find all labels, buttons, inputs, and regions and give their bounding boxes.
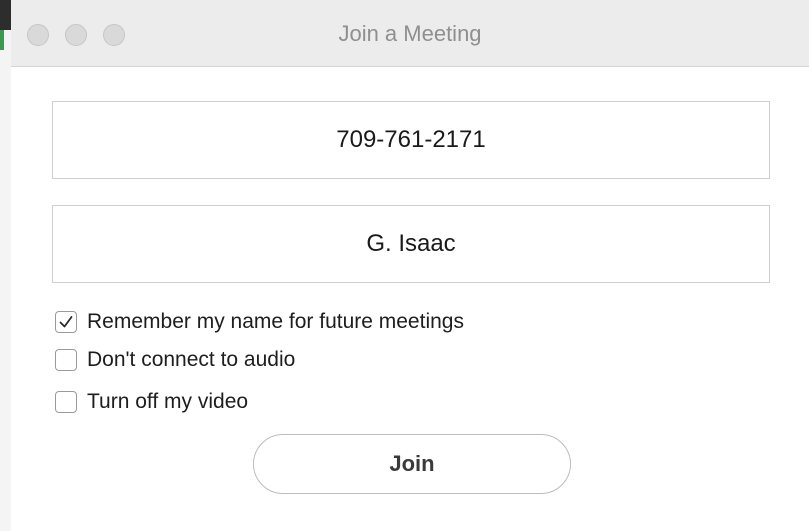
background-window-titlebar: [0, 0, 11, 30]
remember-name-option[interactable]: Remember my name for future meetings: [55, 308, 464, 336]
join-button-label: Join: [389, 451, 435, 476]
meeting-id-field[interactable]: 709-761-2171: [52, 101, 770, 179]
video-off-label: Turn off my video: [87, 390, 249, 413]
join-button[interactable]: Join: [253, 434, 571, 494]
background-window-accent: [0, 30, 4, 50]
no-audio-label: Don't connect to audio: [87, 348, 296, 371]
zoom-window-icon[interactable]: [103, 24, 125, 46]
meeting-id-value: 709-761-2171: [336, 126, 486, 153]
video-off-option[interactable]: Turn off my video: [55, 388, 248, 416]
remember-name-label: Remember my name for future meetings: [87, 310, 464, 333]
close-window-icon[interactable]: [27, 24, 49, 46]
checkmark-icon: [59, 316, 73, 328]
no-audio-option[interactable]: Don't connect to audio: [55, 346, 295, 374]
remember-name-checkbox[interactable]: [55, 311, 77, 333]
join-meeting-window: Join a Meeting 709-761-2171 G. Isaac Rem…: [11, 0, 809, 531]
window-title: Join a Meeting: [338, 21, 482, 46]
name-value: G. Isaac: [366, 230, 456, 257]
title-bar[interactable]: Join a Meeting: [11, 0, 809, 67]
video-off-checkbox[interactable]: [55, 391, 77, 413]
no-audio-checkbox[interactable]: [55, 349, 77, 371]
name-field[interactable]: G. Isaac: [52, 205, 770, 283]
minimize-window-icon[interactable]: [65, 24, 87, 46]
